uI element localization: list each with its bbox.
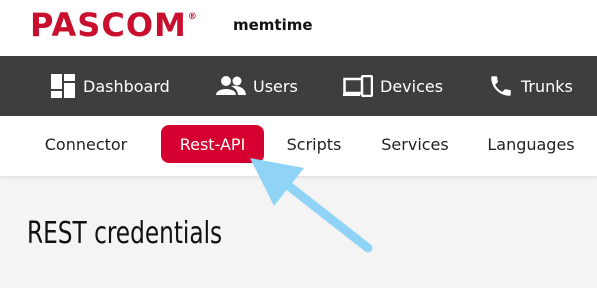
pascom-logo[interactable]: PASCOM®	[30, 6, 198, 44]
sub-nav: Connector Rest-API Scripts Services Lang…	[0, 116, 597, 176]
phone-icon	[491, 76, 511, 96]
dashboard-icon	[51, 74, 75, 98]
tab-languages[interactable]: Languages	[480, 125, 582, 163]
nav-item-trunks[interactable]: Trunks	[488, 56, 573, 116]
main-nav: Dashboard Users Devices Trunks	[0, 56, 597, 116]
nav-label-users: Users	[253, 76, 298, 96]
tab-services[interactable]: Services	[374, 125, 456, 163]
tab-scripts[interactable]: Scripts	[278, 125, 350, 163]
users-icon	[216, 76, 246, 95]
nav-item-users[interactable]: Users	[216, 56, 298, 116]
top-bar: PASCOM® memtime	[0, 0, 597, 56]
nav-label-dashboard: Dashboard	[83, 76, 170, 96]
devices-icon	[343, 75, 373, 97]
page-title: REST credentials	[27, 216, 223, 251]
nav-label-devices: Devices	[380, 76, 444, 96]
nav-label-trunks: Trunks	[521, 76, 573, 96]
nav-item-dashboard[interactable]: Dashboard	[50, 56, 170, 116]
tenant-name: memtime	[233, 16, 313, 34]
nav-item-devices[interactable]: Devices	[343, 56, 443, 116]
tab-rest-api[interactable]: Rest-API	[161, 125, 264, 163]
tab-connector[interactable]: Connector	[36, 125, 136, 163]
